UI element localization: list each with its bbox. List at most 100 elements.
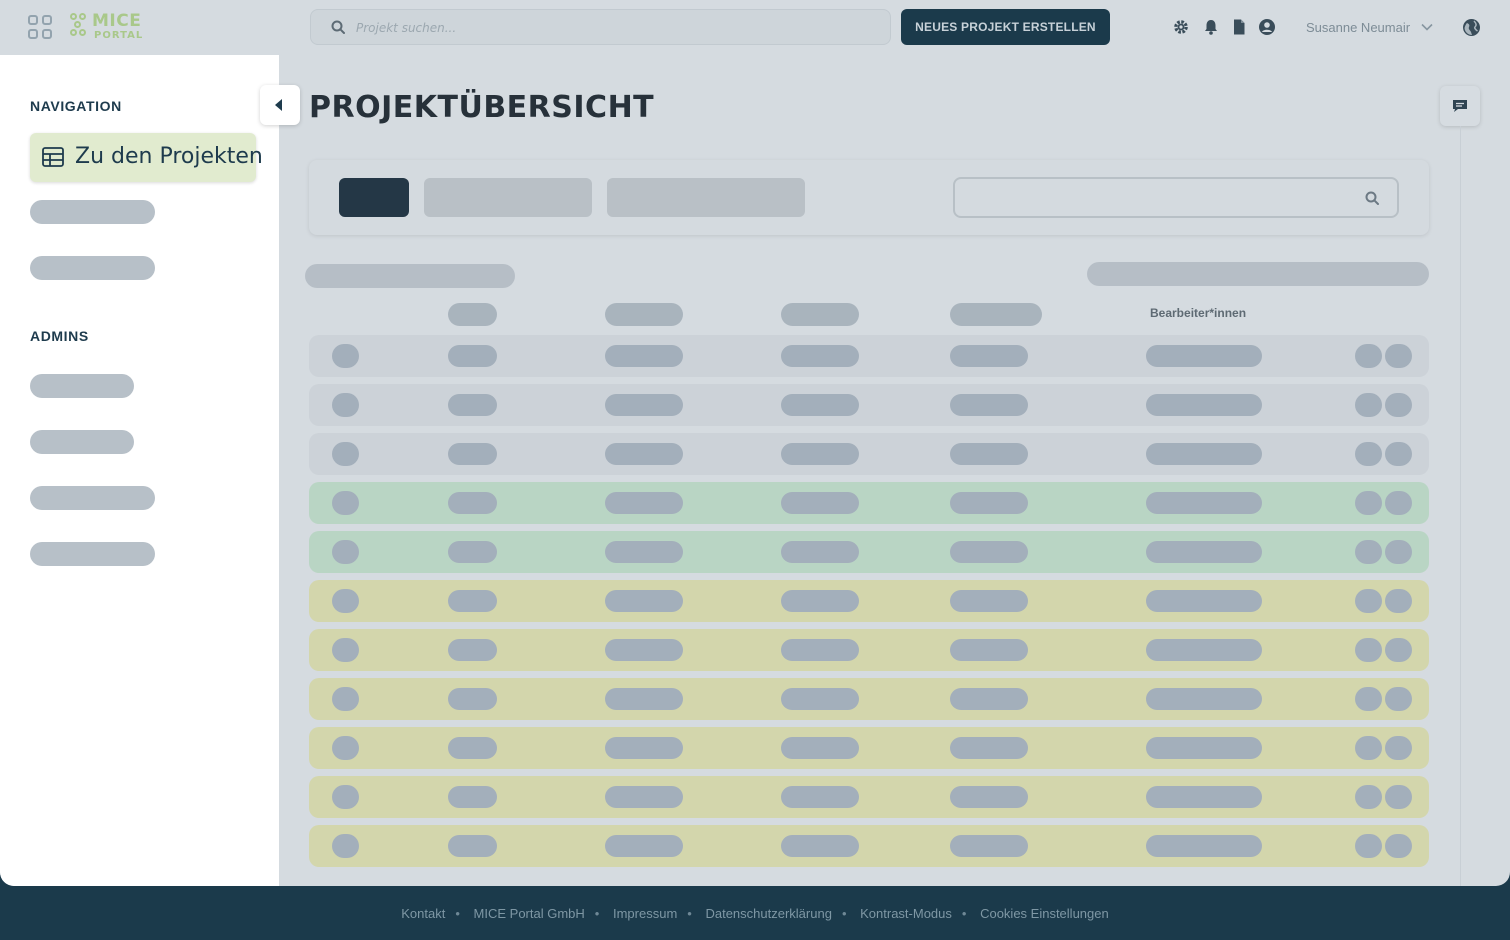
table-cell-placeholder: [1146, 688, 1262, 710]
table-row[interactable]: [309, 776, 1429, 818]
table-row[interactable]: [309, 727, 1429, 769]
filter-tab-active[interactable]: [339, 178, 409, 217]
table-cell-placeholder: [1146, 786, 1262, 808]
row-action-more-placeholder[interactable]: [1385, 393, 1412, 417]
row-action-more-placeholder[interactable]: [1385, 589, 1412, 613]
table-cell-placeholder: [448, 394, 497, 416]
collapse-sidebar-button[interactable]: [260, 85, 300, 125]
footer-separator: •: [961, 906, 967, 921]
row-status-placeholder: [332, 785, 359, 809]
table-cell-placeholder: [950, 639, 1028, 661]
user-name[interactable]: Susanne Neumair: [1306, 20, 1410, 35]
gear-icon[interactable]: [1172, 18, 1190, 36]
row-action-edit-placeholder[interactable]: [1355, 687, 1382, 711]
footer-separator: •: [687, 906, 692, 921]
table-row[interactable]: [309, 678, 1429, 720]
table-row[interactable]: [309, 580, 1429, 622]
sidebar-item-label: Zu den Projekten: [75, 144, 263, 169]
table-cell-placeholder: [1146, 345, 1262, 367]
logo-text-mice: MICE: [92, 11, 142, 31]
row-action-more-placeholder[interactable]: [1385, 638, 1412, 662]
project-search-box[interactable]: [310, 9, 891, 45]
row-action-edit-placeholder[interactable]: [1355, 491, 1382, 515]
table-cell-placeholder: [605, 443, 683, 465]
table-cell-placeholder: [605, 737, 683, 759]
table-row[interactable]: [309, 384, 1429, 426]
row-status-placeholder: [332, 687, 359, 711]
row-action-edit-placeholder[interactable]: [1355, 540, 1382, 564]
table-row[interactable]: [309, 629, 1429, 671]
row-action-edit-placeholder[interactable]: [1355, 589, 1382, 613]
row-action-edit-placeholder[interactable]: [1355, 344, 1382, 368]
filter-tab[interactable]: [424, 178, 592, 217]
mice-portal-logo[interactable]: MICE PORTAL: [70, 11, 150, 45]
footer-separator: •: [841, 906, 847, 921]
table-cell-placeholder: [1146, 737, 1262, 759]
table-cell-placeholder: [605, 835, 683, 857]
sidebar-item-placeholder[interactable]: [30, 256, 155, 280]
table-cell-placeholder: [448, 590, 497, 612]
column-header-editors[interactable]: Bearbeiter*innen: [1150, 306, 1246, 320]
row-action-more-placeholder[interactable]: [1385, 540, 1412, 564]
sidebar-item-projects[interactable]: Zu den Projekten: [30, 133, 263, 182]
row-action-more-placeholder[interactable]: [1385, 736, 1412, 760]
table-row[interactable]: [309, 433, 1429, 475]
chevron-down-icon[interactable]: [1420, 20, 1434, 34]
row-action-more-placeholder[interactable]: [1385, 344, 1412, 368]
row-action-edit-placeholder[interactable]: [1355, 442, 1382, 466]
table-cell-placeholder: [448, 688, 497, 710]
sidebar-item-placeholder[interactable]: [30, 486, 155, 510]
user-circle-icon[interactable]: [1258, 18, 1276, 36]
row-action-edit-placeholder[interactable]: [1355, 638, 1382, 662]
logo-text-portal: PORTAL: [94, 30, 144, 41]
table-cell-placeholder: [448, 492, 497, 514]
column-header-placeholder[interactable]: [605, 303, 683, 326]
row-status-placeholder: [332, 442, 359, 466]
filter-tab[interactable]: [607, 178, 805, 217]
table-cell-placeholder: [950, 786, 1028, 808]
row-action-more-placeholder[interactable]: [1385, 687, 1412, 711]
row-action-more-placeholder[interactable]: [1385, 785, 1412, 809]
row-action-more-placeholder[interactable]: [1385, 442, 1412, 466]
row-action-edit-placeholder[interactable]: [1355, 785, 1382, 809]
footer-link-privacy[interactable]: Datenschutzerklärung: [705, 906, 831, 921]
table-row[interactable]: [309, 482, 1429, 524]
project-search-input[interactable]: [356, 18, 856, 38]
apps-grid-icon[interactable]: [28, 15, 52, 39]
footer-link-contrast-mode[interactable]: Kontrast-Modus: [860, 906, 952, 921]
footer-separator: •: [594, 906, 600, 921]
table-row[interactable]: [309, 335, 1429, 377]
table-search-input[interactable]: [953, 177, 1399, 218]
column-header-placeholder[interactable]: [781, 303, 859, 326]
sidebar-item-placeholder[interactable]: [30, 430, 134, 454]
column-header-placeholder[interactable]: [950, 303, 1042, 326]
sidebar-item-placeholder[interactable]: [30, 374, 134, 398]
row-action-more-placeholder[interactable]: [1385, 491, 1412, 515]
sidebar-item-placeholder[interactable]: [30, 542, 155, 566]
new-project-button[interactable]: NEUES PROJEKT ERSTELLEN: [901, 9, 1110, 45]
table-cell-placeholder: [950, 394, 1028, 416]
column-header-placeholder[interactable]: [448, 303, 497, 326]
table-cell-placeholder: [1146, 639, 1262, 661]
table-row[interactable]: [309, 531, 1429, 573]
chat-button[interactable]: [1440, 86, 1480, 126]
globe-icon[interactable]: [1462, 18, 1481, 37]
document-icon[interactable]: [1230, 18, 1248, 36]
pagination-placeholder[interactable]: [1087, 262, 1429, 286]
sidebar-item-placeholder[interactable]: [30, 200, 155, 224]
app-window: MICE PORTAL NEUES PROJEKT ERSTELLEN: [0, 0, 1510, 886]
table-row[interactable]: [309, 825, 1429, 867]
footer-link-contact[interactable]: Kontakt: [401, 906, 445, 921]
table-cell-placeholder: [605, 688, 683, 710]
footer-link-imprint[interactable]: Impressum: [613, 906, 677, 921]
row-status-placeholder: [332, 638, 359, 662]
bell-icon[interactable]: [1202, 18, 1220, 36]
row-action-edit-placeholder[interactable]: [1355, 393, 1382, 417]
footer-link-company[interactable]: MICE Portal GmbH: [474, 906, 585, 921]
table-cell-placeholder: [781, 345, 859, 367]
row-action-edit-placeholder[interactable]: [1355, 834, 1382, 858]
table-cell-placeholder: [781, 443, 859, 465]
row-action-more-placeholder[interactable]: [1385, 834, 1412, 858]
footer-link-cookie-settings[interactable]: Cookies Einstellungen: [980, 906, 1109, 921]
row-action-edit-placeholder[interactable]: [1355, 736, 1382, 760]
